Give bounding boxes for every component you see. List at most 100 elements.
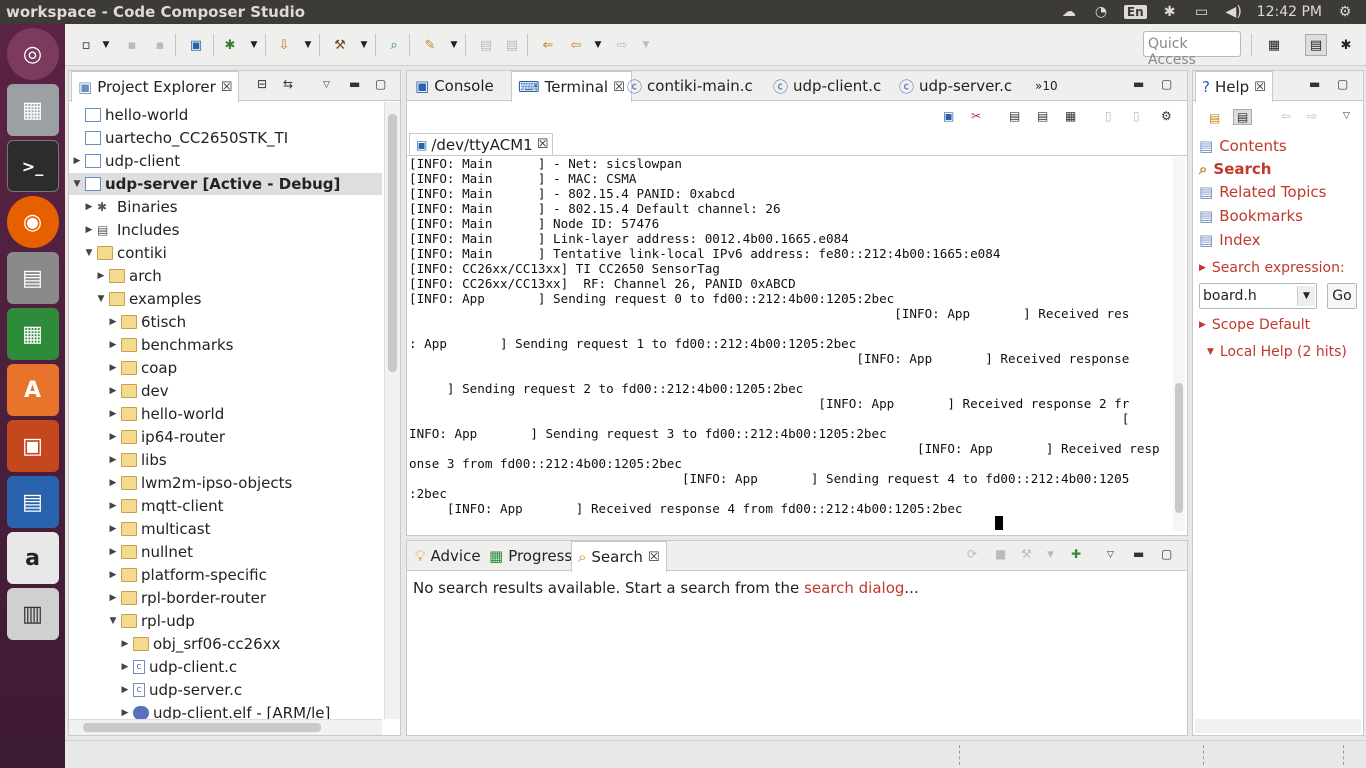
forward-dropdown-icon[interactable]: ▼	[637, 36, 655, 54]
expand-chevron-icon[interactable]: ▶	[107, 547, 119, 557]
project-tree-vertical-scrollbar[interactable]	[384, 102, 400, 719]
expand-chevron-icon[interactable]: ▶	[107, 593, 119, 603]
flash-icon[interactable]: ⇩	[275, 36, 293, 54]
firefox-icon[interactable]: ◉	[6, 196, 59, 248]
debug-dropdown-icon[interactable]: ▼	[245, 36, 263, 54]
tree-item[interactable]: ▶ obj_srf06-cc26xx	[69, 633, 281, 655]
tree-item[interactable]: ▼ contiki	[69, 242, 167, 264]
amazon-icon[interactable]: a	[6, 532, 59, 584]
expand-chevron-icon[interactable]: ▶	[71, 156, 83, 166]
search-dialog-link[interactable]: search dialog	[804, 579, 904, 597]
back-icon[interactable]: ⇦	[567, 36, 585, 54]
tree-item[interactable]: ▶ benchmarks	[69, 334, 234, 356]
tab-udp-server-c[interactable]: ⓒ udp-server.c	[893, 71, 1018, 101]
terminal-output[interactable]: [INFO: Main ] - Net: sicslowpan [INFO: Ma…	[409, 156, 1173, 531]
toggle-command-input-icon[interactable]: ▦	[1065, 109, 1076, 123]
help-back-icon[interactable]: ⇦	[1281, 109, 1291, 123]
view-menu-icon[interactable]: ▽	[1107, 550, 1114, 560]
expand-chevron-icon[interactable]: ▶	[107, 455, 119, 465]
forward-icon[interactable]: ⇨	[613, 36, 631, 54]
help-contents-link[interactable]: ▤ Contents	[1199, 137, 1287, 155]
tree-item[interactable]: ▼ rpl-udp	[69, 610, 195, 632]
build-dropdown-icon[interactable]: ▼	[355, 36, 373, 54]
search-expression-section[interactable]: ▶ Search expression:	[1199, 260, 1345, 276]
help-bookmarks-link[interactable]: ▤ Bookmarks	[1199, 207, 1303, 225]
tree-item[interactable]: ▶ mqtt-client	[69, 495, 224, 517]
tree-item[interactable]: ▶ ip64-router	[69, 426, 225, 448]
expand-chevron-icon[interactable]: ▶	[95, 271, 107, 281]
expand-chevron-icon[interactable]: ▶	[107, 501, 119, 511]
files-icon[interactable]: ▤	[6, 252, 59, 304]
tree-item[interactable]: ▶ 6tisch	[69, 311, 187, 333]
minimize-icon[interactable]: ▬	[349, 77, 360, 91]
tab-progress[interactable]: ▦ Progress	[483, 541, 578, 571]
expand-chevron-icon[interactable]: ▶	[119, 639, 131, 649]
clear-terminal-icon[interactable]: ▤	[1037, 109, 1048, 123]
minimize-icon[interactable]: ▬	[1133, 547, 1144, 561]
minimize-icon[interactable]: ▬	[1309, 77, 1320, 91]
last-edit-location-icon[interactable]: ⇐	[539, 36, 557, 54]
help-view-menu-icon[interactable]: ▽	[1343, 111, 1350, 121]
disconnect-icon[interactable]: ✂	[971, 109, 981, 123]
volume-icon[interactable]: ◀)	[1225, 4, 1243, 20]
terminal-toolbar-icon[interactable]: ▣	[187, 36, 205, 54]
external-tools-icon[interactable]: ✎	[421, 36, 439, 54]
local-help-section[interactable]: ▼ Local Help (2 hits)	[1207, 344, 1347, 360]
expand-chevron-icon[interactable]: ▶	[83, 202, 95, 212]
new-icon[interactable]: ▫	[77, 36, 95, 54]
search-history-icon[interactable]: ⚒	[1021, 547, 1032, 561]
next-annotation-icon[interactable]: ▤	[477, 36, 495, 54]
scope-section[interactable]: ▶ Scope Default	[1199, 317, 1310, 333]
help-search-link[interactable]: ⌕ Search	[1199, 160, 1271, 178]
tab-console[interactable]: ▣ Console	[409, 71, 500, 101]
tab-search[interactable]: ⌕ Search ☒	[571, 541, 667, 572]
tree-item[interactable]: ▶ hello-world	[69, 403, 225, 425]
tree-item[interactable]: ▶ udp-client.elf - [ARM/le]	[69, 702, 330, 719]
expand-chevron-icon[interactable]: ▶	[107, 340, 119, 350]
collapse-chevron-icon[interactable]: ▼	[95, 294, 107, 304]
ccs-edit-perspective-icon[interactable]: ▤	[1305, 34, 1327, 56]
open-terminal-icon[interactable]: ▣	[943, 109, 954, 123]
collapse-all-icon[interactable]: ⊟	[257, 77, 267, 91]
ccs-debug-perspective-icon[interactable]: ✱	[1337, 36, 1355, 54]
help-related-topics-link[interactable]: ▤ Related Topics	[1199, 183, 1326, 201]
tree-item[interactable]: ▶ c udp-client.c	[69, 656, 238, 678]
tab-terminal[interactable]: ⌨ Terminal ☒	[511, 71, 632, 102]
minimize-icon[interactable]: ▬	[1133, 77, 1144, 91]
skype-icon[interactable]: ☁	[1060, 4, 1078, 20]
tree-item[interactable]: hello-world	[69, 104, 188, 126]
expand-chevron-icon[interactable]: ▶	[119, 685, 131, 695]
tree-item[interactable]: ▶ nullnet	[69, 541, 193, 563]
save-all-icon[interactable]: ▪	[151, 36, 169, 54]
tree-item[interactable]: ▶ coap	[69, 357, 178, 379]
tree-item[interactable]: ▼ udp-server [Active - Debug]	[69, 173, 382, 195]
maximize-icon[interactable]: ▢	[375, 77, 386, 91]
libreoffice-impress-icon[interactable]: ▣	[6, 420, 59, 472]
horizontal-scroll-thumb[interactable]	[83, 723, 321, 732]
vertical-scroll-thumb[interactable]	[388, 114, 397, 372]
paste-icon[interactable]: ▯	[1133, 109, 1140, 123]
expand-chevron-icon[interactable]: ▶	[107, 570, 119, 580]
project-tree-horizontal-scrollbar[interactable]	[69, 719, 382, 735]
tree-item[interactable]: ▶ dev	[69, 380, 169, 402]
search-toolbar-icon[interactable]: ⌕	[385, 36, 403, 54]
close-icon[interactable]: ☒	[648, 550, 660, 565]
rerun-search-icon[interactable]: ⟳	[967, 547, 977, 561]
collapse-chevron-icon[interactable]: ▼	[71, 179, 83, 189]
chevron-down-icon[interactable]: ▼	[1297, 286, 1315, 306]
code-composer-studio-icon[interactable]: ▦	[6, 84, 59, 136]
collapse-chevron-icon[interactable]: ▼	[83, 248, 95, 258]
terminal-settings-icon[interactable]: ⚙	[1161, 109, 1172, 123]
help-index-link[interactable]: ▤ Index	[1199, 231, 1260, 249]
workspace-stack-icon[interactable]: ▥	[6, 588, 59, 640]
tree-item[interactable]: ▶ udp-client	[69, 150, 181, 172]
show-in-all-topics-icon[interactable]: ▤	[1209, 111, 1220, 125]
close-icon[interactable]: ☒	[221, 80, 233, 95]
ubuntu-dash-icon[interactable]: ◎	[6, 28, 59, 80]
tab-udp-client-c[interactable]: ⓒ udp-client.c	[767, 71, 887, 101]
tab-project-explorer[interactable]: ▣ Project Explorer ☒	[71, 71, 240, 102]
expand-chevron-icon[interactable]: ▶	[119, 708, 131, 718]
tab-advice[interactable]: 💡︎ Advice	[409, 541, 487, 571]
expand-chevron-icon[interactable]: ▶	[107, 432, 119, 442]
view-menu-icon[interactable]: ▽	[323, 80, 330, 90]
